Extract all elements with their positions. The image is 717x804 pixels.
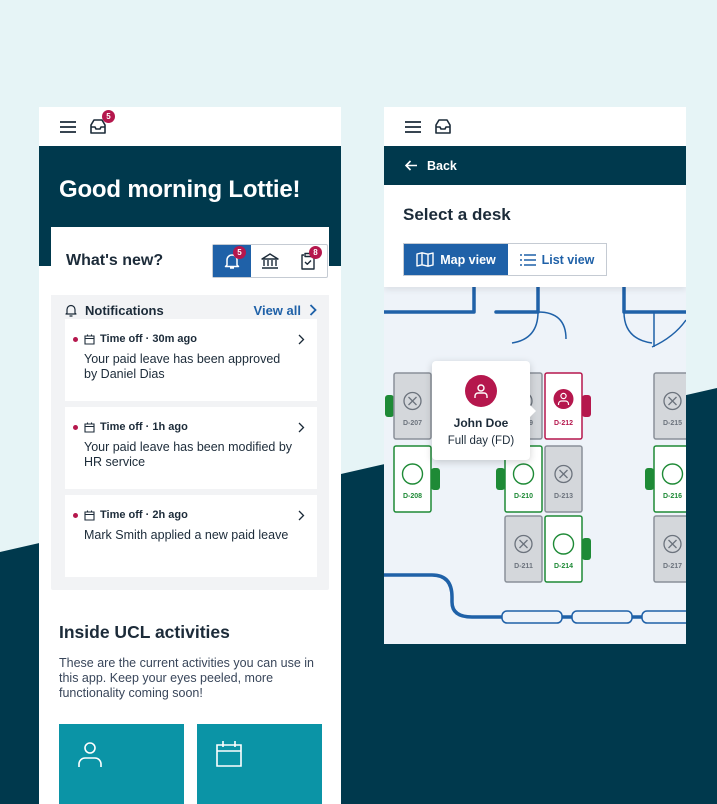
- desk-selector-panel: Select a desk Map view List view: [384, 185, 686, 287]
- desk-d-213: D-213: [544, 445, 583, 513]
- tasks-badge: 8: [309, 246, 322, 259]
- whats-new-tabs: 5 8: [212, 244, 328, 278]
- desk-label: D-216: [663, 493, 682, 500]
- notification-item[interactable]: Time off · 1h ago Your paid leave has be…: [65, 407, 317, 489]
- activity-tile-calendar[interactable]: [197, 724, 322, 804]
- desk-label: D-217: [663, 563, 682, 570]
- notification-message: Your paid leave has been modified by HR …: [84, 440, 293, 469]
- calendar-icon: [84, 510, 95, 521]
- chevron-right-icon: [298, 510, 305, 520]
- notification-message: Your paid leave has been approved by Dan…: [84, 352, 281, 381]
- inbox-badge: 5: [102, 109, 115, 123]
- tab-notifications[interactable]: 5: [213, 245, 251, 277]
- inbox-icon[interactable]: [433, 117, 453, 137]
- desk-occupant-tooltip: John Doe Full day (FD): [432, 361, 536, 460]
- desk-booking-screen: Back Select a desk Map view List view D-…: [384, 107, 686, 644]
- map-view-label: Map view: [440, 252, 496, 267]
- back-label: Back: [427, 158, 457, 173]
- ucl-activities-title: Inside UCL activities: [59, 622, 230, 642]
- map-view-button[interactable]: Map view: [404, 244, 508, 275]
- desk-d-217: D-217: [653, 515, 686, 583]
- hamburger-menu-icon[interactable]: [58, 117, 78, 137]
- notification-message: Mark Smith applied a new paid leave: [84, 528, 289, 542]
- calendar-icon: [84, 334, 95, 345]
- view-all-link[interactable]: View all: [254, 303, 301, 318]
- map-icon: [416, 252, 434, 267]
- arrow-left-icon: [405, 160, 417, 171]
- back-button[interactable]: Back: [384, 146, 686, 185]
- home-screen: 5 Good morning Lottie! What's new? 5 8 N…: [39, 107, 341, 804]
- user-icon: [474, 384, 488, 398]
- top-app-bar: 5: [39, 107, 341, 146]
- floor-map: D-207D-208D-209D-210D-211D-212D-213D-214…: [384, 287, 686, 624]
- tab-institution[interactable]: [251, 245, 289, 277]
- desk-label: D-211: [514, 563, 533, 570]
- unread-dot: [73, 336, 78, 342]
- activity-tile-profile[interactable]: [59, 724, 184, 804]
- chevron-right-icon: [298, 422, 305, 432]
- chevron-right-icon[interactable]: [309, 304, 317, 316]
- notification-item[interactable]: Time off · 30m ago Your paid leave has b…: [65, 319, 317, 401]
- calendar-icon: [84, 422, 95, 433]
- desk-d-215: D-215: [653, 372, 686, 440]
- user-icon: [78, 742, 102, 767]
- desk-label: D-212: [554, 420, 573, 427]
- desk-d-214[interactable]: D-214: [544, 515, 591, 583]
- map-doors: [511, 311, 686, 348]
- map-partitions: [501, 610, 686, 624]
- notification-item[interactable]: Time off · 2h ago Mark Smith applied a n…: [65, 495, 317, 577]
- hamburger-menu-icon[interactable]: [403, 117, 423, 137]
- greeting-title: Good morning Lottie!: [59, 176, 301, 203]
- bell-outline-icon: [65, 304, 77, 317]
- chevron-right-icon: [298, 334, 305, 344]
- list-icon: [519, 253, 536, 266]
- desk-label: D-215: [663, 420, 682, 427]
- notifications-badge: 5: [233, 246, 246, 259]
- desk-d-212: D-212: [544, 372, 591, 440]
- tooltip-arrow: [529, 404, 536, 418]
- whats-new-card: What's new? 5 8 Notifications View all T…: [51, 227, 329, 590]
- top-app-bar: [384, 107, 686, 146]
- inbox-icon[interactable]: 5: [88, 109, 115, 137]
- desk-label: D-213: [554, 493, 573, 500]
- whats-new-title: What's new?: [66, 252, 164, 269]
- unread-dot: [73, 512, 78, 518]
- desk-label: D-210: [514, 493, 533, 500]
- desk-label: D-207: [403, 420, 422, 427]
- notification-meta: Time off · 2h ago: [100, 509, 188, 521]
- select-desk-title: Select a desk: [403, 205, 511, 224]
- view-toggle: Map view List view: [403, 243, 607, 276]
- desk-label: D-214: [554, 563, 573, 570]
- desk-d-207: D-207: [385, 372, 432, 440]
- notification-meta: Time off · 30m ago: [100, 333, 197, 345]
- notifications-label: Notifications: [85, 302, 164, 318]
- notification-meta: Time off · 1h ago: [100, 421, 188, 433]
- list-view-label: List view: [541, 252, 595, 267]
- occupant-avatar: [465, 375, 497, 407]
- tab-tasks[interactable]: 8: [289, 245, 327, 277]
- ucl-activities-section: Inside UCL activities These are the curr…: [59, 622, 329, 701]
- list-view-button[interactable]: List view: [508, 244, 606, 275]
- desk-d-216[interactable]: D-216: [645, 445, 686, 513]
- occupant-status: Full day (FD): [447, 435, 515, 447]
- calendar-icon: [216, 741, 242, 767]
- unread-dot: [73, 424, 78, 430]
- occupant-name: John Doe: [453, 416, 509, 430]
- desk-d-211: D-211: [504, 515, 543, 583]
- desk-label: D-208: [403, 493, 422, 500]
- ucl-activities-description: These are the current activities you can…: [59, 656, 314, 700]
- bank-icon: [261, 252, 279, 269]
- whats-new-header: What's new? 5 8: [51, 227, 329, 295]
